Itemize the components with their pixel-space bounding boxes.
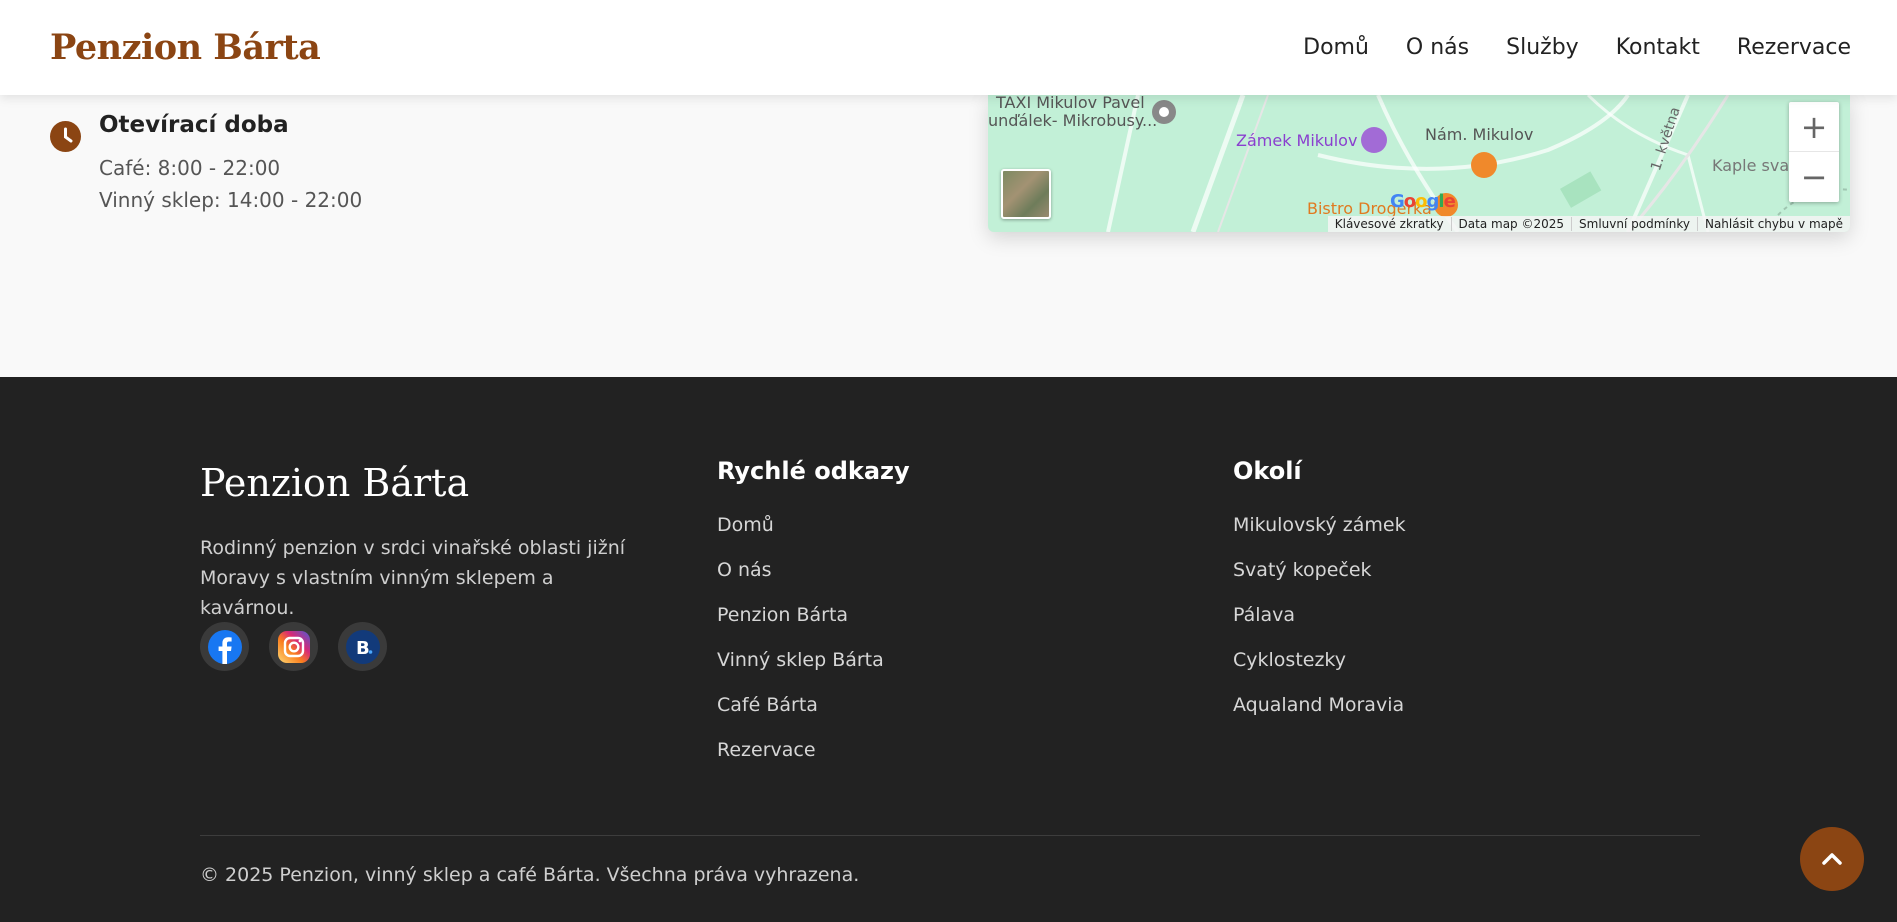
instagram-icon[interactable] (269, 622, 318, 671)
map-data-credit: Data map ©2025 (1450, 217, 1571, 231)
svg-text:B: B (356, 638, 370, 659)
footer-divider (200, 835, 1700, 836)
zoom-in-button[interactable]: + (1789, 102, 1839, 152)
zoom-out-button[interactable]: − (1789, 152, 1839, 202)
map-zoom-control: + − (1789, 102, 1839, 202)
map-label-castle: Zámek Mikulov (1236, 131, 1358, 150)
map-label-taxi: TAXI Mikulov Pavel (996, 95, 1145, 112)
footer-description: Rodinný penzion v srdci vinařské oblasti… (200, 537, 626, 619)
nav-link-home[interactable]: Domů (1303, 35, 1369, 60)
footer-link-reservation[interactable]: Rezervace (717, 738, 910, 783)
booking-icon[interactable]: B (338, 622, 387, 671)
footer-link-palava[interactable]: Pálava (1233, 603, 1406, 648)
google-map[interactable]: TAXI Mikulov Pavel unďálek- Mikrobusy...… (988, 95, 1850, 232)
map-terms-link[interactable]: Smluvní podmínky (1571, 217, 1697, 231)
nav-link-about[interactable]: O nás (1406, 35, 1469, 60)
footer-link-cafe[interactable]: Café Bárta (717, 693, 910, 738)
nav-link-services[interactable]: Služby (1506, 35, 1579, 60)
surroundings-title: Okolí (1233, 457, 1302, 485)
facebook-icon[interactable] (200, 622, 249, 671)
google-logo: Google (1390, 191, 1456, 212)
nav-link-contact[interactable]: Kontakt (1616, 35, 1700, 60)
quick-links-column: Rychlé odkazy Domů O nás Penzion Bárta V… (717, 457, 910, 783)
site-footer: Penzion Bárta Rodinný penzion v srdci vi… (0, 377, 1897, 922)
nav-link-reservation[interactable]: Rezervace (1737, 35, 1851, 60)
map-report-error-link[interactable]: Nahlásit chybu v mapě (1696, 217, 1850, 231)
footer-link-penzion[interactable]: Penzion Bárta (717, 603, 910, 648)
footer-link-holy-hill[interactable]: Svatý kopeček (1233, 558, 1406, 603)
main-nav: Domů O nás Služby Kontakt Rezervace (1266, 35, 1851, 60)
satellite-toggle[interactable] (1001, 169, 1051, 219)
map-attribution: Klávesové zkratky Data map ©2025 Smluvní… (1327, 216, 1850, 232)
footer-link-about[interactable]: O nás (717, 558, 910, 603)
hours-wine-cellar: Vinný sklep: 14:00 - 22:00 (99, 188, 363, 212)
quick-links-title: Rychlé odkazy (717, 457, 910, 485)
chevron-up-icon (1822, 853, 1842, 865)
surroundings-column: Okolí Mikulovský zámek Svatý kopeček Pál… (1233, 457, 1406, 738)
clock-icon (50, 121, 81, 152)
footer-link-cycle-paths[interactable]: Cyklostezky (1233, 648, 1406, 693)
map-label-square: Nám. Mikulov (1425, 125, 1534, 144)
scroll-to-top-button[interactable] (1800, 827, 1864, 891)
map-label-chapel: Kaple svat (1712, 156, 1796, 175)
footer-brand: Penzion Bárta (200, 461, 470, 505)
footer-link-aqualand[interactable]: Aqualand Moravia (1233, 693, 1406, 738)
map-label-mikrobusy: unďálek- Mikrobusy... (988, 111, 1158, 130)
hours-cafe: Café: 8:00 - 22:00 (99, 156, 281, 180)
site-header: Penzion Bárta Domů O nás Služby Kontakt … (0, 0, 1897, 95)
social-links: B (200, 622, 387, 671)
site-logo[interactable]: Penzion Bárta (50, 27, 321, 68)
hours-title: Otevírací doba (99, 112, 289, 138)
copyright: © 2025 Penzion, vinný sklep a café Bárta… (200, 864, 860, 886)
footer-link-castle[interactable]: Mikulovský zámek (1233, 513, 1406, 558)
opening-hours: Otevírací doba Café: 8:00 - 22:00 Vinný … (50, 112, 362, 216)
map-keyboard-shortcuts[interactable]: Klávesové zkratky (1328, 217, 1451, 231)
footer-link-home[interactable]: Domů (717, 513, 910, 558)
footer-link-wine-cellar[interactable]: Vinný sklep Bárta (717, 648, 910, 693)
